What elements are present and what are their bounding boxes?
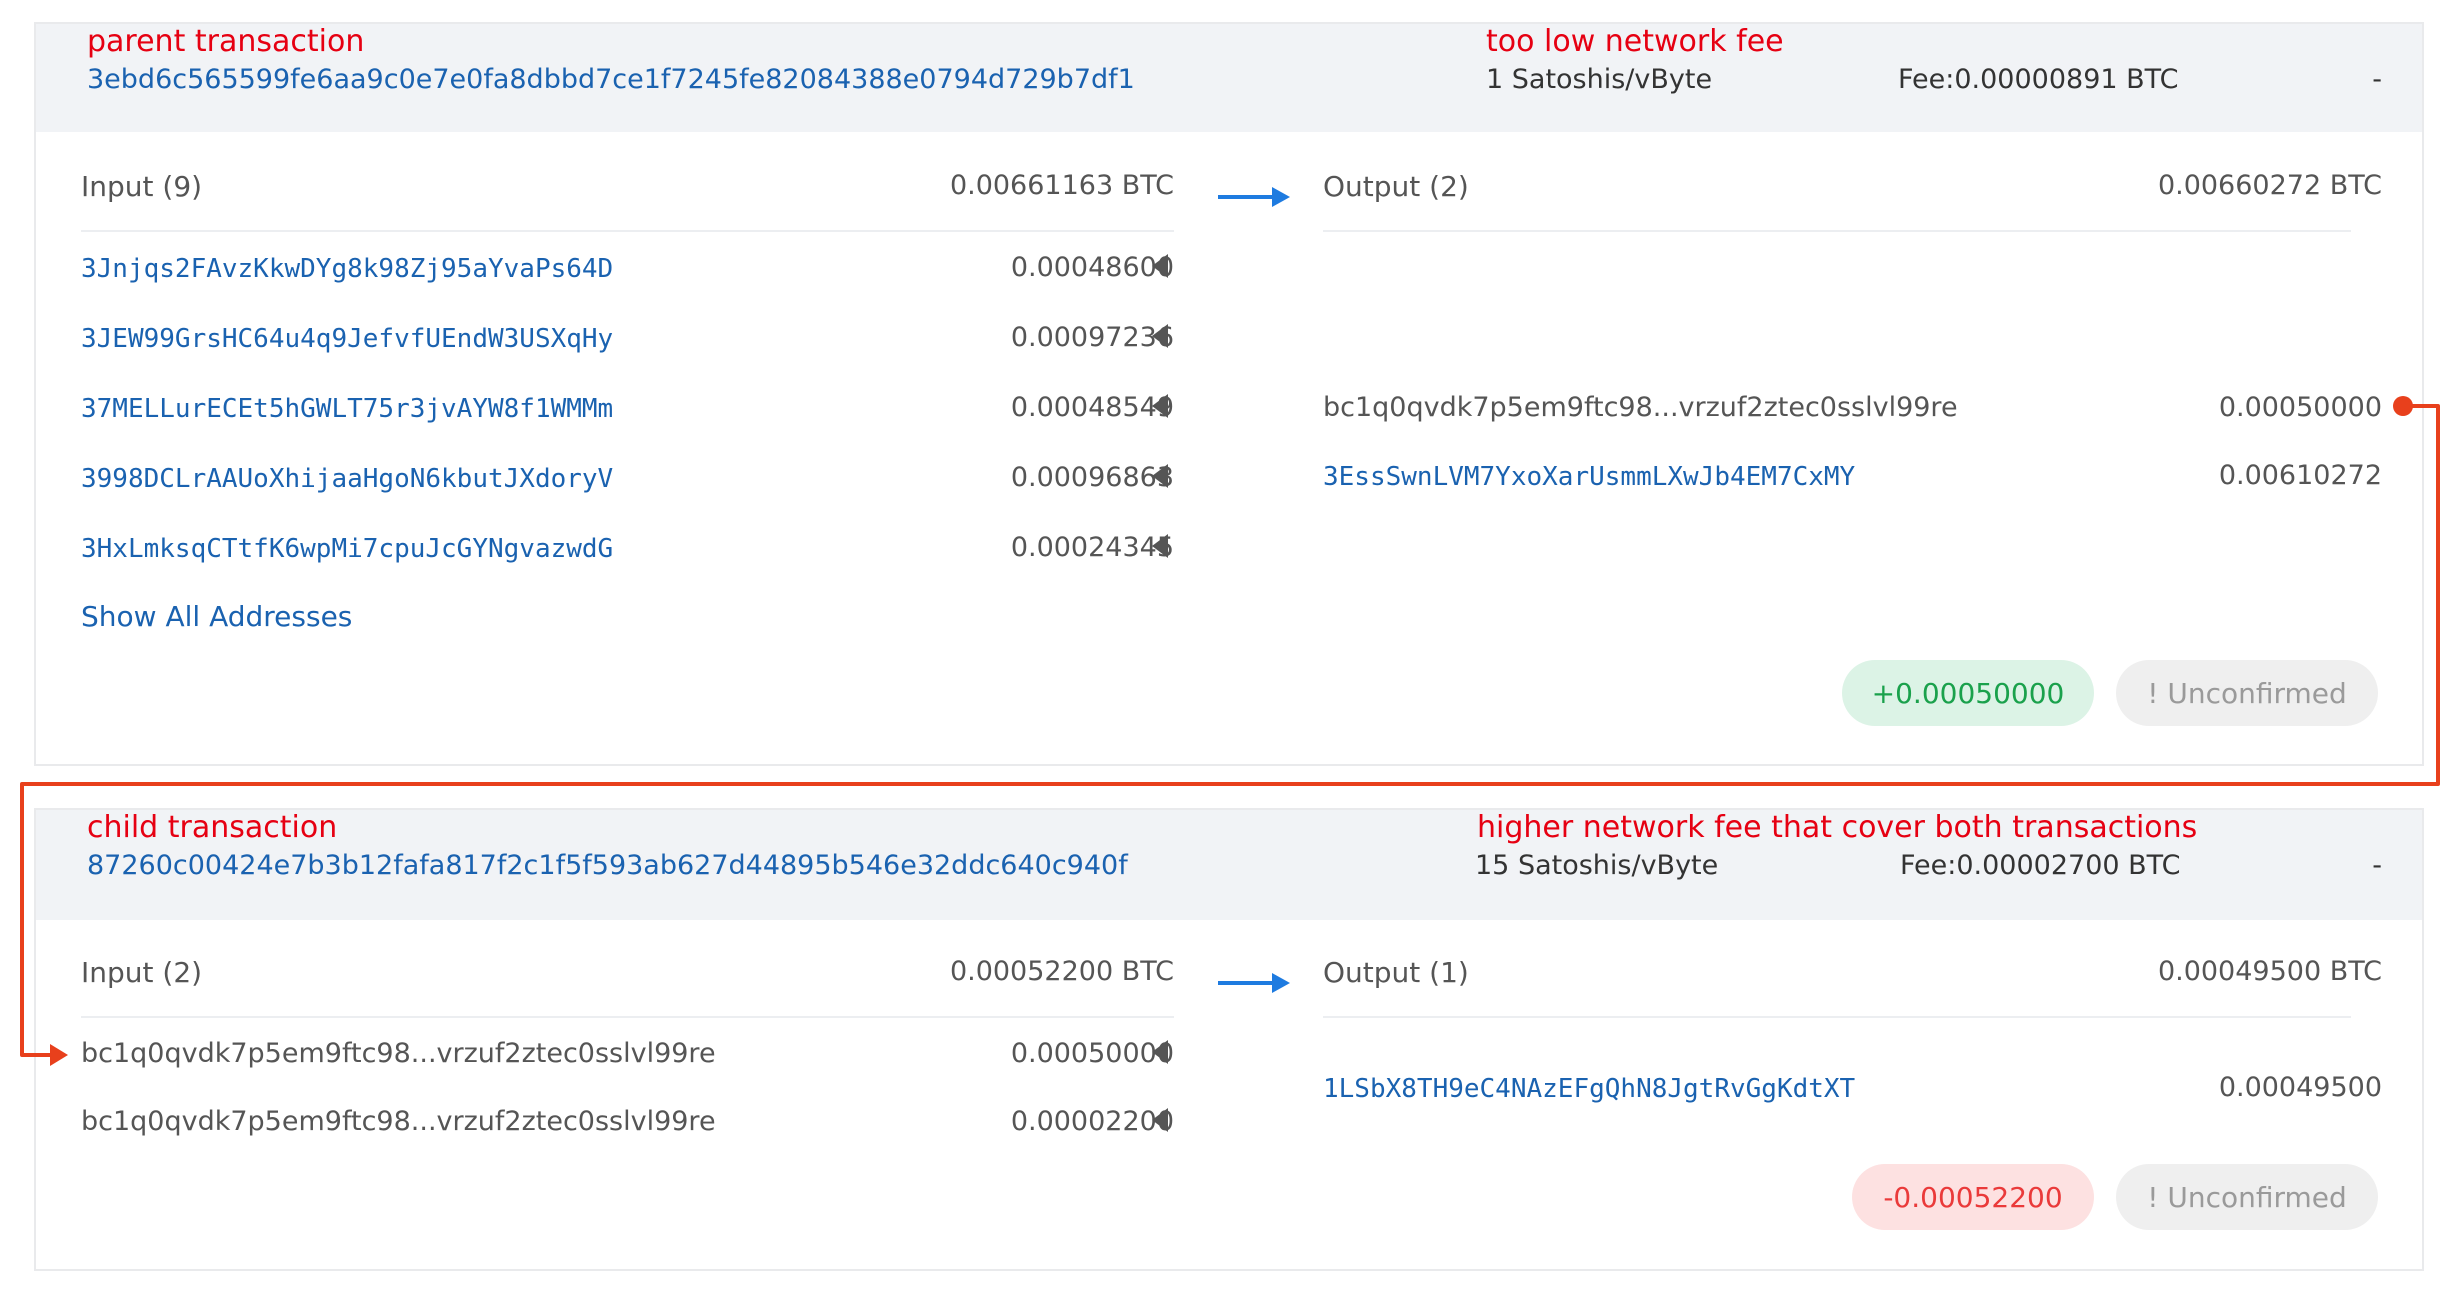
input-address-link[interactable]: 3JEW99GrsHC64u4q9JefvfUEndW3USXqHy bbox=[81, 324, 613, 354]
input-amount: 0.00002200 bbox=[1010, 1106, 1174, 1137]
output-address-link[interactable]: 3EssSwnLVM7YxoXarUsmmLXwJb4EM7CxMY bbox=[1323, 462, 1855, 492]
triangle-left-icon bbox=[1152, 1040, 1168, 1064]
parent-output-label: Output (2) bbox=[1323, 170, 1469, 203]
parent-transaction-card: parent transaction 3ebd6c565599fe6aa9c0e… bbox=[34, 22, 2424, 766]
parent-input-label: Input (9) bbox=[81, 170, 203, 203]
child-fee-annotation: higher network fee that cover both trans… bbox=[1477, 810, 2198, 845]
triangle-left-icon bbox=[1152, 394, 1168, 418]
input-amount: 0.00048600 bbox=[1010, 252, 1174, 283]
status-badge: ! Unconfirmed bbox=[2116, 1164, 2378, 1230]
child-fee: Fee:0.00002700 BTC bbox=[1900, 850, 2181, 881]
input-address-link[interactable]: 3998DCLrAAUoXhijaaHgoN6kbutJXdoryV bbox=[81, 464, 613, 494]
output-address-link[interactable]: 1LSbX8TH9eC4NAzEFgQhN8JgtRvGgKdtXT bbox=[1323, 1074, 1855, 1104]
triangle-left-icon bbox=[1152, 1108, 1168, 1132]
child-input-divider bbox=[81, 1016, 1174, 1018]
child-annotation-label: child transaction bbox=[87, 810, 338, 845]
input-amount: 0.00050000 bbox=[1010, 1038, 1174, 1069]
child-input-label: Input (2) bbox=[81, 956, 203, 989]
parent-arrow-right-icon bbox=[1218, 187, 1290, 207]
child-arrow-right-icon bbox=[1218, 973, 1290, 993]
triangle-left-icon bbox=[1152, 324, 1168, 348]
child-input-total: 0.00052200 BTC bbox=[949, 956, 1174, 987]
input-address-link[interactable]: 37MELLurECEt5hGWLT75r3jvAYW8f1WMMm bbox=[81, 394, 613, 424]
child-dash: - bbox=[2372, 850, 2382, 881]
child-output-divider bbox=[1323, 1016, 2351, 1018]
output-amount: 0.00050000 bbox=[2218, 392, 2382, 423]
output-amount: 0.00049500 bbox=[2218, 1072, 2382, 1103]
input-address: bc1q0qvdk7p5em9ftc98...vrzuf2ztec0sslvl9… bbox=[81, 1106, 716, 1137]
input-address-link[interactable]: 3Jnjqs2FAvzKkwDYg8k98Zj95aYvaPs64D bbox=[81, 254, 613, 284]
output-amount: 0.00610272 bbox=[2218, 460, 2382, 491]
input-amount: 0.00097236 bbox=[1010, 322, 1174, 353]
parent-dash: - bbox=[2372, 64, 2382, 95]
triangle-left-icon bbox=[1152, 254, 1168, 278]
child-transaction-card: child transaction 87260c00424e7b3b12fafa… bbox=[34, 808, 2424, 1271]
status-badge: ! Unconfirmed bbox=[2116, 660, 2378, 726]
parent-fee: Fee:0.00000891 BTC bbox=[1898, 64, 2179, 95]
child-output-total: 0.00049500 BTC bbox=[2157, 956, 2382, 987]
net-amount-badge: -0.00052200 bbox=[1852, 1164, 2094, 1230]
child-output-label: Output (1) bbox=[1323, 956, 1469, 989]
parent-output-divider bbox=[1323, 230, 2351, 232]
triangle-left-icon bbox=[1152, 534, 1168, 558]
output-address: bc1q0qvdk7p5em9ftc98...vrzuf2ztec0sslvl9… bbox=[1323, 392, 1958, 423]
parent-output-total: 0.00660272 BTC bbox=[2157, 170, 2382, 201]
parent-txid-link[interactable]: 3ebd6c565599fe6aa9c0e7e0fa8dbbd7ce1f7245… bbox=[87, 64, 1135, 95]
input-amount: 0.00024345 bbox=[1010, 532, 1174, 563]
parent-fee-annotation: too low network fee bbox=[1486, 24, 1784, 59]
input-amount: 0.00096863 bbox=[1010, 462, 1174, 493]
show-all-addresses-link[interactable]: Show All Addresses bbox=[81, 600, 352, 633]
triangle-left-icon bbox=[1152, 464, 1168, 488]
parent-input-divider bbox=[81, 230, 1174, 232]
input-amount: 0.00048549 bbox=[1010, 392, 1174, 423]
child-fee-rate: 15 Satoshis/vByte bbox=[1475, 850, 1719, 881]
input-address: bc1q0qvdk7p5em9ftc98...vrzuf2ztec0sslvl9… bbox=[81, 1038, 716, 1069]
parent-annotation-label: parent transaction bbox=[87, 24, 365, 59]
parent-input-total: 0.00661163 BTC bbox=[949, 170, 1174, 201]
child-txid-link[interactable]: 87260c00424e7b3b12fafa817f2c1f5f593ab627… bbox=[87, 850, 1128, 881]
input-address-link[interactable]: 3HxLmksqCTtfK6wpMi7cpuJcGYNgvazwdG bbox=[81, 534, 613, 564]
net-amount-badge: +0.00050000 bbox=[1842, 660, 2094, 726]
parent-fee-rate: 1 Satoshis/vByte bbox=[1486, 64, 1713, 95]
